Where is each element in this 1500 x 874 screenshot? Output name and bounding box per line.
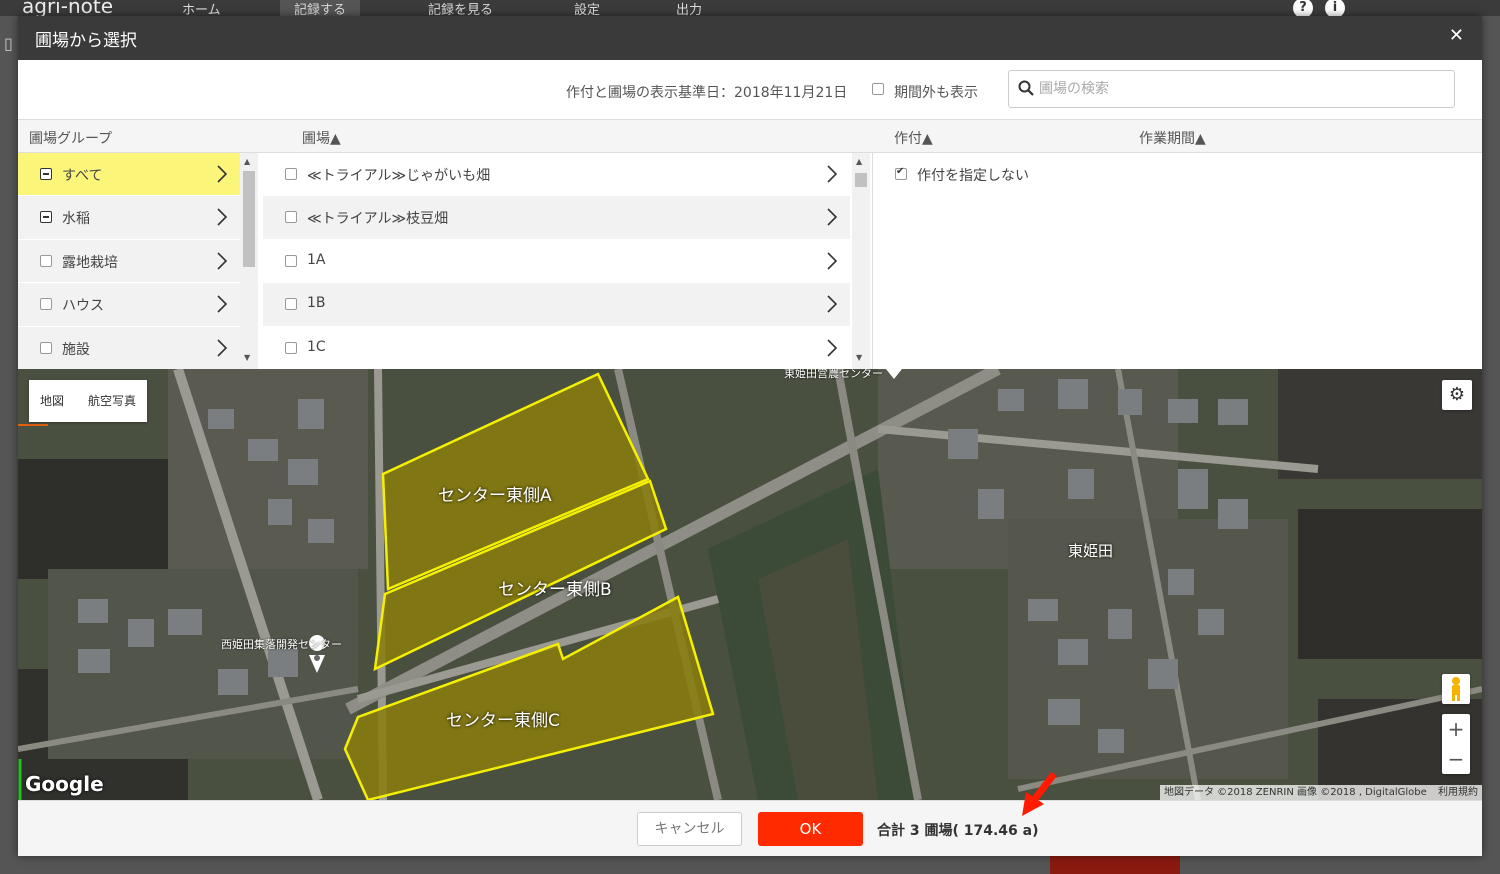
map-type-control: 地図 航空写真 <box>29 380 147 422</box>
field-select-modal: 圃場から選択 ✕ 作付と圃場の表示基準日：2018年11月21日 期間外も表示 … <box>18 16 1482 856</box>
group-checkbox[interactable] <box>40 298 52 311</box>
nav-output[interactable]: 出力 <box>676 0 702 16</box>
group-item-facility[interactable]: 施設 <box>18 326 240 369</box>
group-label: 水稲 <box>62 211 90 228</box>
map-field-label[interactable]: センター東側B <box>498 575 612 600</box>
col-work-period[interactable]: 作業期間▲ <box>1139 128 1206 148</box>
field-checkbox[interactable] <box>285 168 297 180</box>
group-scrollbar[interactable]: ▲ ▼ <box>240 153 258 369</box>
nav-record[interactable]: 記録する <box>280 0 361 16</box>
show-out-of-period-label[interactable]: 期間外も表示 <box>894 82 978 102</box>
chevron-right-icon <box>827 252 838 270</box>
modal-toolbar: 作付と圃場の表示基準日：2018年11月21日 期間外も表示 <box>18 60 1482 120</box>
modal-footer: キャンセル OK 合計 3 圃場( 174.46 a) <box>18 800 1482 856</box>
field-label: ≪トライアル≫じゃがいも畑 <box>307 168 491 184</box>
col-crop[interactable]: 作付▲ <box>894 128 933 148</box>
map-field-label[interactable]: センター東側C <box>446 706 560 731</box>
map-place-label: 東姫田 <box>1068 542 1114 560</box>
zoom-control: + − <box>1442 714 1470 774</box>
group-label: すべて <box>62 168 103 184</box>
zoom-in-button[interactable]: + <box>1442 715 1470 743</box>
pegman-icon[interactable] <box>1442 674 1470 704</box>
group-label: 施設 <box>62 341 90 358</box>
field-item[interactable]: ≪トライアル≫枝豆畑 <box>263 196 850 240</box>
chevron-right-icon <box>217 165 228 183</box>
modal-title: 圃場から選択 <box>35 31 137 51</box>
ok-button[interactable]: OK <box>758 812 863 846</box>
col-field[interactable]: 圃場▲ <box>302 128 341 148</box>
app-logo: agri-note <box>22 0 114 16</box>
attribution-text: 地図データ ©2018 ZENRIN 画像 ©2018 , DigitalGlo… <box>1164 787 1427 798</box>
gear-icon[interactable]: ⚙ <box>1442 380 1472 410</box>
chevron-right-icon <box>827 295 838 313</box>
close-icon[interactable]: ✕ <box>1449 25 1464 46</box>
search-input[interactable] <box>1039 78 1439 100</box>
info-icon[interactable]: i <box>1325 0 1345 16</box>
chevron-right-icon <box>827 338 838 357</box>
map-place-label: 西姫田集落開発センター <box>221 638 342 651</box>
chevron-right-icon <box>217 252 228 270</box>
group-item-all[interactable]: すべて <box>18 153 240 197</box>
field-item[interactable]: 1C <box>263 326 850 369</box>
field-item[interactable]: 1A <box>263 239 850 284</box>
background-button <box>1050 856 1180 874</box>
chevron-right-icon <box>217 208 228 226</box>
map-type-satellite[interactable]: 航空写真 <box>88 392 136 409</box>
satellite-map[interactable]: センター東側A センター東側B センター東側C 東姫田 西姫田集落開発センター … <box>18 369 1482 800</box>
field-label: ≪トライアル≫枝豆畑 <box>307 211 449 228</box>
group-item-rice[interactable]: 水稲 <box>18 196 240 240</box>
group-item-open-field[interactable]: 露地栽培 <box>18 239 240 284</box>
crop-checkbox[interactable] <box>895 166 907 180</box>
group-label: 露地栽培 <box>62 254 118 271</box>
chevron-right-icon <box>217 295 228 313</box>
field-item[interactable]: 1B <box>263 283 850 327</box>
total-summary: 合計 3 圃場( 174.46 a) <box>877 823 1039 839</box>
map-type-roadmap[interactable]: 地図 <box>40 392 64 409</box>
group-checkbox[interactable] <box>40 341 52 354</box>
field-checkbox[interactable] <box>285 211 297 224</box>
field-item[interactable]: ≪トライアル≫じゃがいも畑 <box>263 153 850 197</box>
chevron-right-icon <box>827 165 838 183</box>
field-checkbox[interactable] <box>285 254 297 267</box>
red-arrow-annotation <box>1022 771 1057 816</box>
cancel-button[interactable]: キャンセル <box>637 812 742 846</box>
crop-list: 作付を指定しない <box>872 153 1482 369</box>
zoom-out-button[interactable]: − <box>1442 745 1470 773</box>
google-logo: Google <box>25 772 104 796</box>
chevron-right-icon <box>827 208 838 226</box>
field-group-list: すべて 水稲 露地栽培 ハウス 施設 <box>18 153 240 369</box>
column-header: 圃場グループ 圃場▲ 作付▲ 作業期間▲ <box>18 120 1482 153</box>
crop-label[interactable]: 作付を指定しない <box>917 165 1029 185</box>
app-top-nav: agri-note ホーム 記録する 記録を見る 設定 出力 ? i <box>0 0 1500 16</box>
map-attribution: 地図データ ©2018 ZENRIN 画像 ©2018 , DigitalGlo… <box>1160 785 1482 800</box>
search-icon <box>1018 80 1034 96</box>
group-item-house[interactable]: ハウス <box>18 283 240 327</box>
field-search[interactable] <box>1008 70 1455 108</box>
base-date-label: 作付と圃場の表示基準日：2018年11月21日 <box>566 85 848 101</box>
group-checkbox[interactable] <box>40 254 52 267</box>
map-field-label[interactable]: センター東側A <box>438 481 552 506</box>
nav-view-records[interactable]: 記録を見る <box>428 0 493 16</box>
book-icon: ▯ <box>4 34 13 53</box>
field-label: 1B <box>307 295 326 312</box>
group-checkbox[interactable] <box>40 211 52 224</box>
field-checkbox[interactable] <box>285 298 297 311</box>
field-scrollbar[interactable]: ▲ ▼ <box>852 153 870 369</box>
chevron-right-icon <box>217 338 228 357</box>
nav-home[interactable]: ホーム <box>182 0 221 16</box>
nav-settings[interactable]: 設定 <box>574 0 600 16</box>
group-label: ハウス <box>62 298 104 315</box>
field-label: 1C <box>307 338 326 355</box>
map-imagery <box>18 369 1482 800</box>
terms-link[interactable]: 利用規約 <box>1438 785 1478 800</box>
col-field-group[interactable]: 圃場グループ <box>29 128 112 148</box>
map-place-label: 東姫田営農センター <box>784 369 883 380</box>
field-label: 1A <box>307 251 326 268</box>
help-icon[interactable]: ? <box>1293 0 1313 16</box>
modal-header: 圃場から選択 ✕ <box>18 16 1482 60</box>
field-checkbox[interactable] <box>285 341 297 354</box>
field-list: ≪トライアル≫じゃがいも畑 ≪トライアル≫枝豆畑 1A 1B 1C <box>263 153 850 369</box>
show-out-of-period-checkbox[interactable] <box>872 83 884 95</box>
group-checkbox[interactable] <box>40 168 52 180</box>
